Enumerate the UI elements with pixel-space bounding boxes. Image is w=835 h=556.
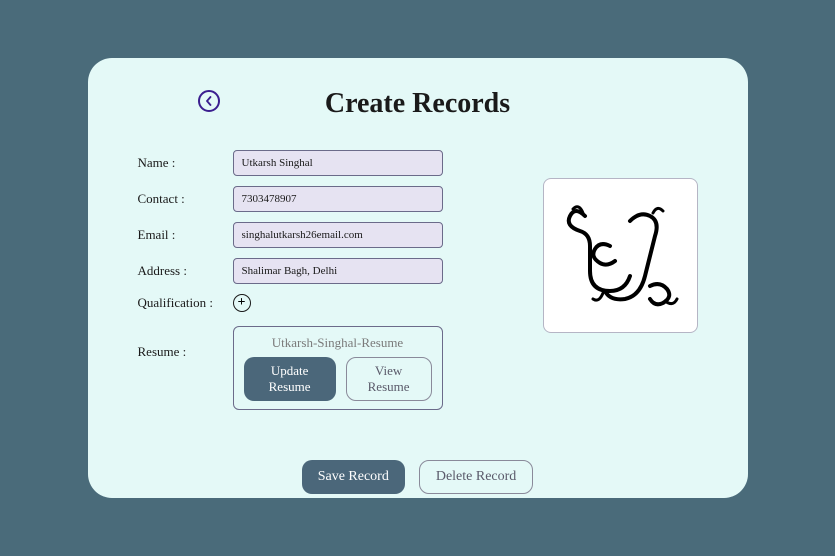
add-qualification-button[interactable]: + xyxy=(233,294,251,312)
contact-row: Contact : xyxy=(138,186,513,212)
resume-row: Resume : Utkarsh-Singhal-Resume Update R… xyxy=(138,326,513,410)
avatar-image xyxy=(543,178,698,333)
name-row: Name : xyxy=(138,150,513,176)
header: Create Records xyxy=(138,88,698,120)
address-input[interactable] xyxy=(233,258,443,284)
avatar-monogram-icon xyxy=(555,191,685,321)
resume-filename: Utkarsh-Singhal-Resume xyxy=(244,335,432,351)
update-resume-button[interactable]: Update Resume xyxy=(244,357,336,401)
content: Name : Contact : Email : Address : Quali… xyxy=(138,150,698,420)
back-button[interactable] xyxy=(198,90,220,112)
delete-record-button[interactable]: Delete Record xyxy=(419,460,533,494)
address-label: Address : xyxy=(138,263,233,279)
resume-box: Utkarsh-Singhal-Resume Update Resume Vie… xyxy=(233,326,443,410)
avatar-column xyxy=(543,150,698,420)
resume-actions: Update Resume View Resume xyxy=(244,357,432,401)
address-row: Address : xyxy=(138,258,513,284)
chevron-left-icon xyxy=(204,96,214,106)
qualification-label: Qualification : xyxy=(138,295,233,311)
name-label: Name : xyxy=(138,155,233,171)
contact-input[interactable] xyxy=(233,186,443,212)
form-column: Name : Contact : Email : Address : Quali… xyxy=(138,150,513,420)
email-label: Email : xyxy=(138,227,233,243)
contact-label: Contact : xyxy=(138,191,233,207)
save-record-button[interactable]: Save Record xyxy=(302,460,405,494)
create-records-card: Create Records Name : Contact : Email : … xyxy=(88,58,748,498)
view-resume-button[interactable]: View Resume xyxy=(346,357,432,401)
resume-label: Resume : xyxy=(138,326,233,360)
qualification-row: Qualification : + xyxy=(138,294,513,312)
page-title: Create Records xyxy=(325,88,510,120)
plus-icon: + xyxy=(238,296,246,310)
footer-actions: Save Record Delete Record xyxy=(138,460,698,494)
email-row: Email : xyxy=(138,222,513,248)
email-input[interactable] xyxy=(233,222,443,248)
name-input[interactable] xyxy=(233,150,443,176)
